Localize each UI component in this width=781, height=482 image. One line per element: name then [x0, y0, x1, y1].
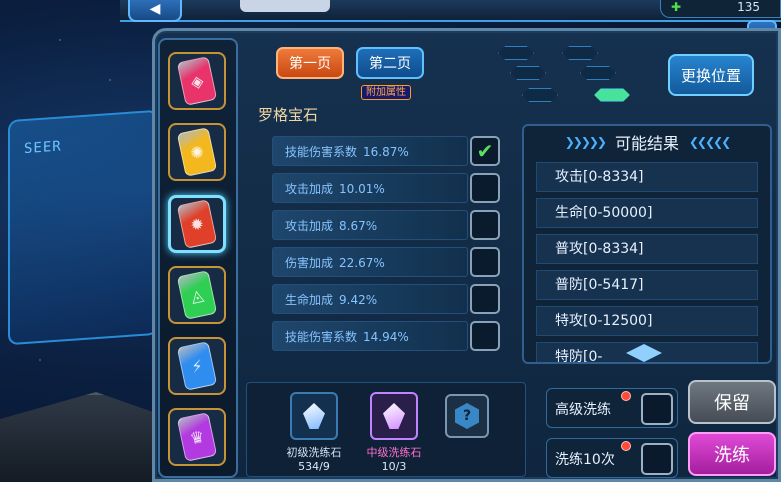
refine-stone-slot[interactable]	[370, 392, 418, 440]
gem-slot[interactable]: ✺	[168, 123, 226, 181]
refine-stone-label: 中级洗练石	[366, 446, 422, 459]
advanced-wash-checkbox[interactable]	[641, 393, 673, 425]
wash-ten-checkbox[interactable]	[641, 443, 673, 475]
wash-ten-label: 洗练10次	[555, 452, 615, 468]
attribute-row: 技能伤害系数 14.94%	[272, 321, 468, 351]
attribute-label: 生命加成 9.42%	[285, 291, 377, 308]
refine-stone-count: 534/9	[298, 460, 330, 473]
gem-name: 罗格宝石	[258, 106, 319, 124]
result-item: 普防[0-5417]	[536, 270, 758, 300]
attribute-lock-checkbox[interactable]	[470, 321, 500, 351]
gem-purple-icon: ♛	[176, 412, 218, 462]
attribute-value: 9.42%	[339, 292, 378, 307]
map-hex	[580, 66, 616, 80]
attribute-value: 16.87%	[363, 144, 409, 159]
attribute-lock-checkbox[interactable]	[470, 284, 500, 314]
map-hex	[498, 46, 534, 60]
gem-red-icon: ✹	[176, 199, 218, 249]
attribute-label: 技能伤害系数 14.94%	[285, 328, 409, 345]
energy-value: 135	[737, 0, 760, 14]
gem-yellow-icon: ✺	[176, 127, 218, 177]
tab-page-2[interactable]: 第二页	[356, 47, 424, 79]
attribute-label: 技能伤害系数 16.87%	[285, 143, 409, 160]
attribute-lock-checkbox[interactable]	[470, 210, 500, 240]
refine-stone-count: 10/3	[381, 460, 407, 473]
attribute-row: 攻击加成 10.01%	[272, 173, 468, 203]
gem-slot[interactable]: ◬	[168, 266, 226, 324]
attribute-row: 生命加成 9.42%	[272, 284, 468, 314]
result-item: 普攻[0-8334]	[536, 234, 758, 264]
result-item: 攻击[0-8334]	[536, 162, 758, 192]
map-hex	[562, 46, 598, 60]
wash-button[interactable]: 洗练	[688, 432, 776, 476]
attribute-label: 攻击加成 8.67%	[285, 217, 377, 234]
map-hex	[510, 66, 546, 80]
crystal-icon	[303, 403, 325, 429]
possible-results-panel[interactable]: ❯❯❯❯❯ 可能结果 ❮❮❮❮❮ 攻击[0-8334] 生命[0-50000] 普攻…	[522, 124, 772, 364]
refine-stone-label: 初级洗练石	[286, 446, 342, 459]
attribute-lock-checkbox[interactable]	[470, 173, 500, 203]
refine-stone-slot[interactable]	[290, 392, 338, 440]
chevrons-right-icon: ❮❮❮❮❮	[689, 135, 731, 149]
swap-position-button[interactable]: 更换位置	[668, 54, 754, 96]
gem-blue-icon: ⚡	[176, 341, 218, 391]
attribute-value: 14.94%	[363, 329, 409, 344]
attribute-value: 22.67%	[339, 255, 385, 270]
attribute-name: 技能伤害系数	[285, 144, 358, 159]
crystal-icon	[383, 403, 405, 429]
results-title: 可能结果	[614, 134, 679, 153]
gem-red-pink-icon: ◈	[176, 56, 218, 106]
back-button[interactable]: ◀	[128, 0, 182, 22]
chevrons-left-icon: ❯❯❯❯❯	[564, 135, 607, 149]
notification-dot-icon	[621, 391, 631, 401]
gem-green-icon: ◬	[176, 270, 218, 320]
attribute-row: 攻击加成 8.67%	[272, 210, 468, 240]
gem-slot[interactable]: ✹	[168, 195, 226, 253]
gem-slot[interactable]: ◈	[168, 52, 226, 110]
keep-button[interactable]: 保留	[688, 380, 776, 424]
result-item: 特攻[0-12500]	[536, 306, 758, 336]
result-item: 生命[0-50000]	[536, 198, 758, 228]
attribute-name: 技能伤害系数	[285, 329, 358, 344]
wash-ten-option[interactable]: 洗练10次	[546, 438, 678, 478]
background-monitor: SEER	[8, 109, 158, 346]
attribute-name: 生命加成	[285, 292, 334, 307]
attribute-row: 技能伤害系数 16.87%	[272, 136, 468, 166]
results-header: ❯❯❯❯❯ 可能结果 ❮❮❮❮❮	[524, 126, 770, 158]
attribute-name: 攻击加成	[285, 218, 334, 233]
gem-slot[interactable]: ♛	[168, 408, 226, 466]
advanced-wash-label: 高级洗练	[555, 402, 611, 418]
attribute-row: 伤害加成 22.67%	[272, 247, 468, 277]
unknown-stone-slot[interactable]: ?	[445, 394, 489, 438]
gem-slot[interactable]: ⚡	[168, 337, 226, 395]
checkmark-icon: ✔	[476, 139, 494, 163]
map-hex	[522, 88, 558, 102]
attribute-label: 伤害加成 22.67%	[285, 254, 385, 271]
gem-slot-map	[490, 42, 640, 112]
energy-plus-icon: ✚	[671, 0, 682, 14]
map-hex-active	[594, 88, 630, 102]
notification-dot-icon	[621, 441, 631, 451]
background-monitor-text: SEER	[24, 138, 62, 158]
attribute-value: 8.67%	[339, 218, 378, 233]
attribute-lock-checkbox[interactable]	[470, 247, 500, 277]
attribute-label: 攻击加成 10.01%	[285, 180, 385, 197]
title-tab	[240, 0, 330, 12]
extra-attribute-badge: 附加属性	[361, 85, 411, 100]
back-arrow-icon: ◀	[149, 1, 161, 17]
attribute-lock-checkbox[interactable]: ✔	[470, 136, 500, 166]
attribute-name: 伤害加成	[285, 255, 334, 270]
question-hex-icon: ?	[455, 403, 479, 429]
attribute-name: 攻击加成	[285, 181, 334, 196]
advanced-wash-option[interactable]: 高级洗练	[546, 388, 678, 428]
attribute-value: 10.01%	[339, 181, 385, 196]
energy-counter[interactable]: ✚ 135	[660, 0, 781, 18]
tab-page-1[interactable]: 第一页	[276, 47, 344, 79]
